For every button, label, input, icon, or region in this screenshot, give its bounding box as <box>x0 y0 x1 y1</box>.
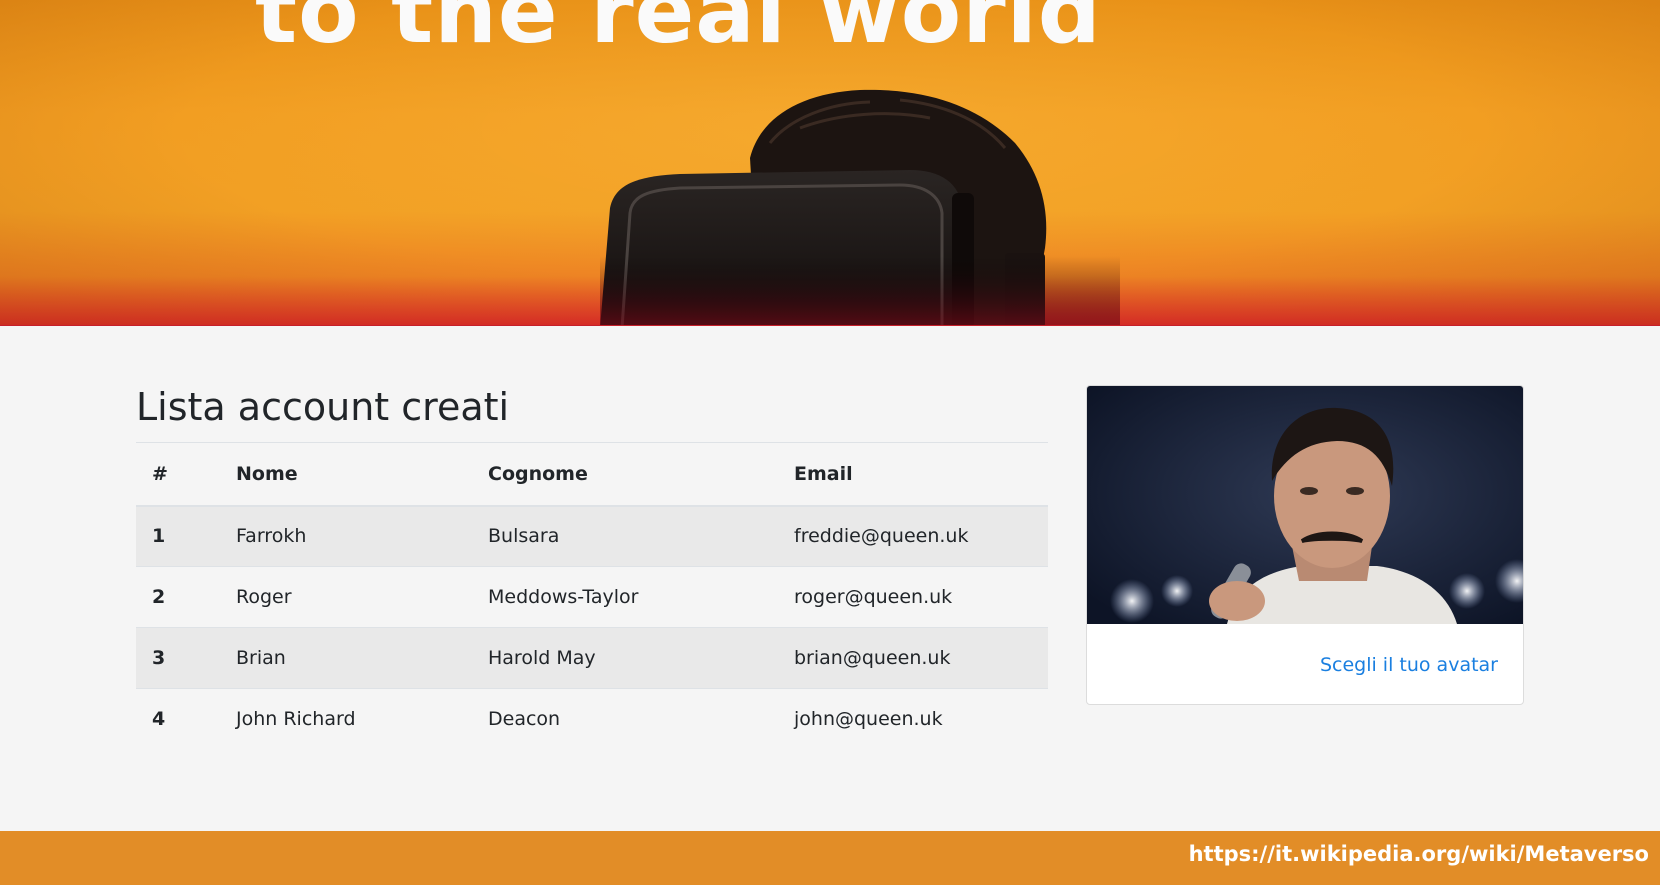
accounts-table: # Nome Cognome Email 1 Farrokh Bulsara f… <box>136 442 1048 750</box>
footer: https://it.wikipedia.org/wiki/Metaverso <box>0 831 1660 885</box>
row-number: 3 <box>136 627 220 689</box>
table-row: 2 Roger Meddows-Taylor roger@queen.uk <box>136 566 1048 628</box>
avatar-photo <box>1087 386 1523 624</box>
table-header: # Nome Cognome Email <box>136 442 1048 507</box>
column-header-number: # <box>136 442 220 507</box>
column-header-email: Email <box>778 442 1048 507</box>
choose-avatar-link[interactable]: Scegli il tuo avatar <box>1320 654 1498 676</box>
avatar-card: Scegli il tuo avatar <box>1086 385 1524 705</box>
table-row: 1 Farrokh Bulsara freddie@queen.uk <box>136 505 1048 567</box>
row-cognome: Meddows-Taylor <box>472 566 778 628</box>
hero-title: to the real world <box>255 0 1102 63</box>
row-nome: John Richard <box>220 688 472 750</box>
vr-headset-person-image <box>600 88 1120 325</box>
table-header-row: # Nome Cognome Email <box>136 442 1048 507</box>
table-row: 4 John Richard Deacon john@queen.uk <box>136 688 1048 750</box>
table-row: 3 Brian Harold May brian@queen.uk <box>136 627 1048 689</box>
row-number: 4 <box>136 688 220 750</box>
column-header-nome: Nome <box>220 442 472 507</box>
accounts-list-title: Lista account creati <box>136 385 510 429</box>
hero-banner: to the real world <box>0 0 1660 326</box>
table-body: 1 Farrokh Bulsara freddie@queen.uk 2 Rog… <box>136 505 1048 750</box>
row-email: brian@queen.uk <box>778 627 1048 689</box>
row-cognome: Harold May <box>472 627 778 689</box>
row-number: 1 <box>152 525 166 548</box>
row-email: freddie@queen.uk <box>794 525 969 548</box>
row-nome: Roger <box>220 566 472 628</box>
wikipedia-link[interactable]: https://it.wikipedia.org/wiki/Metaverso <box>1189 842 1649 866</box>
row-email: roger@queen.uk <box>778 566 1048 628</box>
row-cognome: Bulsara <box>488 525 560 548</box>
row-nome: Brian <box>220 627 472 689</box>
row-number: 2 <box>136 566 220 628</box>
row-email: john@queen.uk <box>778 688 1048 750</box>
row-nome: Farrokh <box>236 525 307 548</box>
row-cognome: Deacon <box>472 688 778 750</box>
column-header-cognome: Cognome <box>472 442 778 507</box>
